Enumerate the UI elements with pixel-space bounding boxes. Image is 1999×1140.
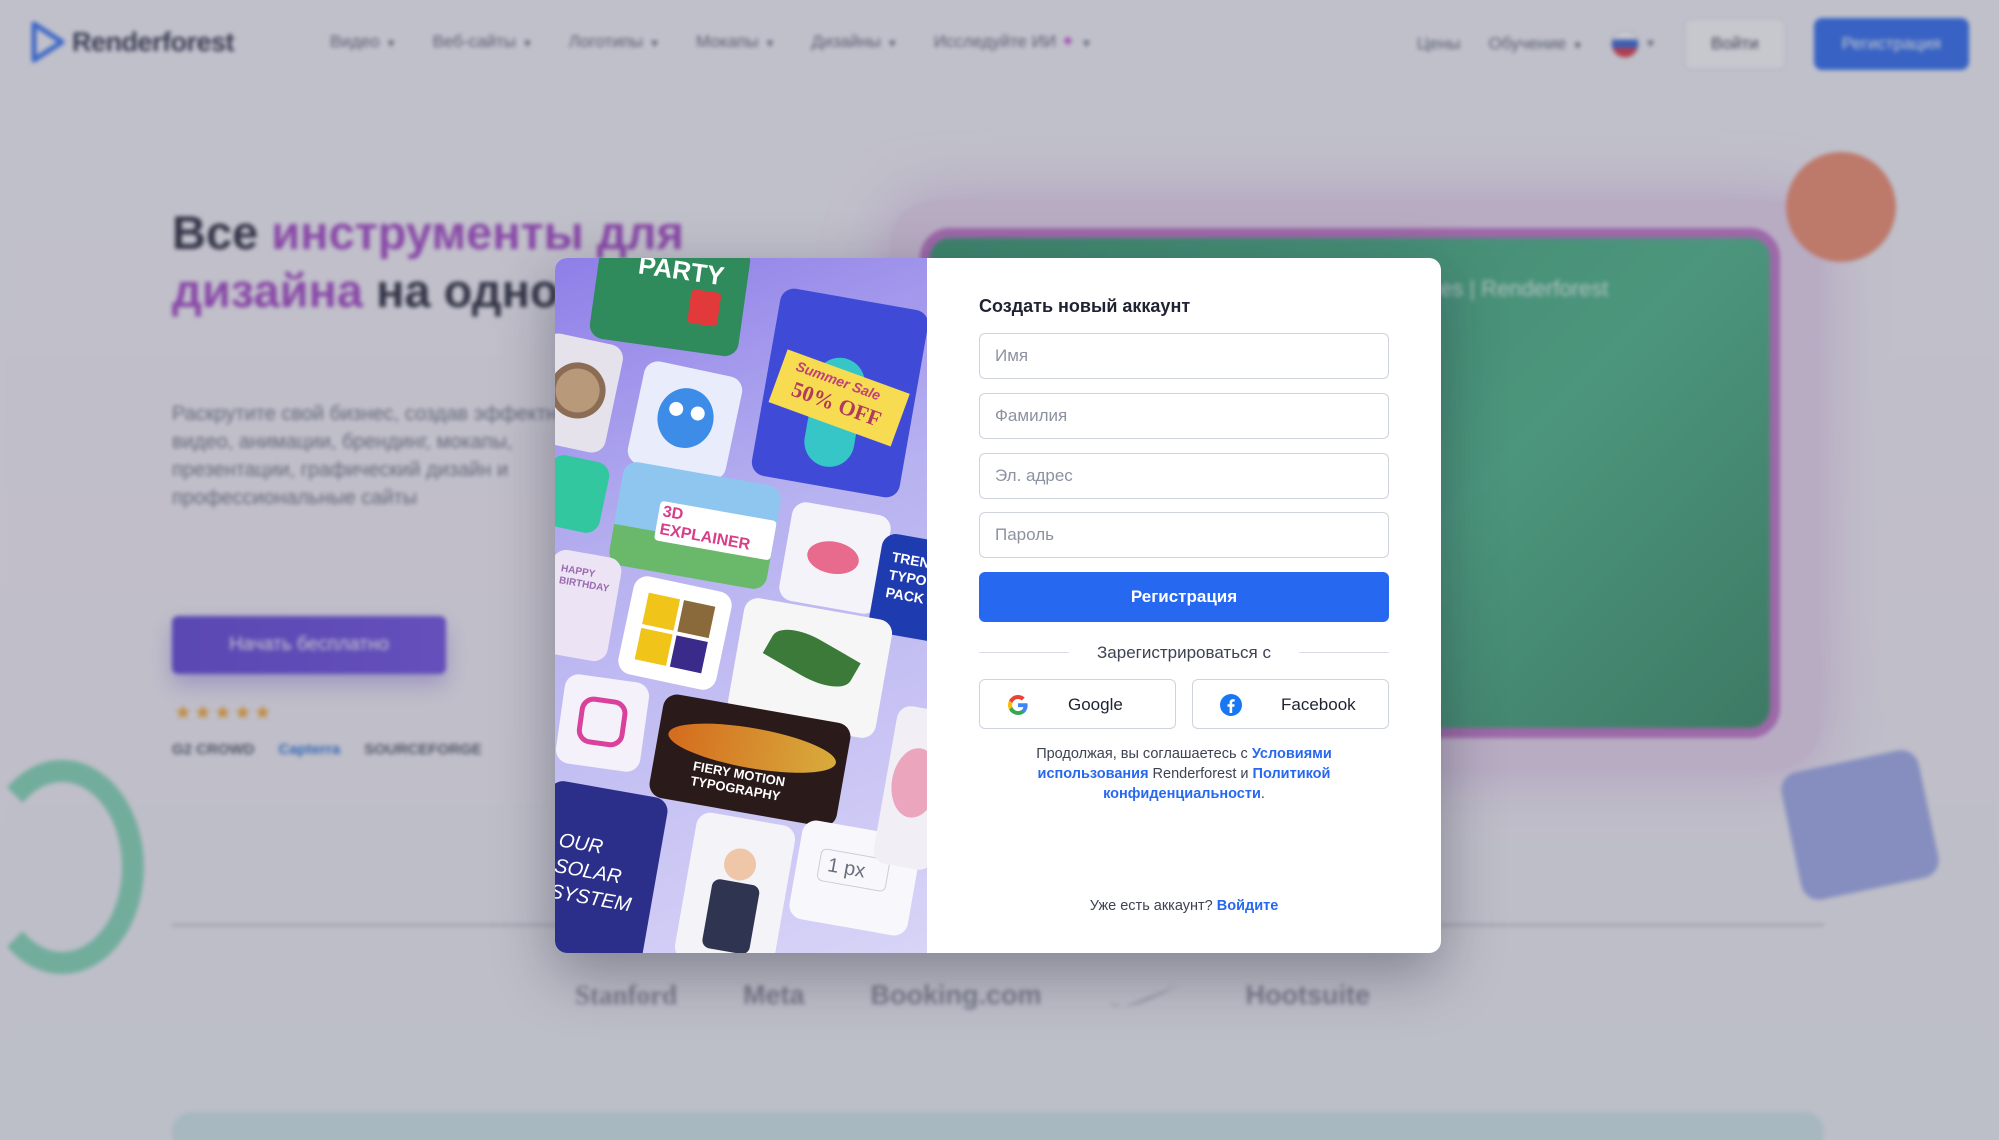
instagram-icon (575, 694, 630, 750)
have-account-prompt: Уже есть аккаунт? Войдите (1089, 898, 1279, 914)
register-button[interactable]: Регистрация (979, 572, 1389, 622)
birthday-card-tile: HAPPY BIRTHDAY (555, 547, 624, 664)
last-name-input[interactable] (979, 393, 1389, 439)
terms-notice: Продолжая, вы соглашаетесь с Условиями и… (1036, 746, 1332, 802)
separator-line-right (1299, 652, 1389, 653)
facebook-label: Facebook (1281, 695, 1356, 714)
first-name-input[interactable] (979, 333, 1389, 379)
watch-tile (555, 330, 626, 456)
party-template-tile: PARTY (588, 258, 752, 358)
separator-line-left (979, 652, 1069, 653)
password-input[interactable] (979, 512, 1389, 558)
illustration-tile (871, 704, 927, 872)
google-signup-button[interactable]: Google (979, 679, 1176, 729)
instagram-tile (555, 672, 651, 774)
form-title: Создать новый аккаунт (979, 296, 1191, 316)
signup-form: Создать новый аккаунт Регистрация Зареги… (927, 258, 1441, 953)
signup-modal: PARTY Summer Sale 50% OFF 3D EXPLAINER T… (555, 258, 1441, 953)
separator-text: Зарегистрироваться с (1083, 643, 1285, 663)
google-icon (1007, 695, 1028, 715)
email-input[interactable] (979, 453, 1389, 499)
login-link[interactable]: Войдите (1217, 898, 1279, 914)
templates-collage: PARTY Summer Sale 50% OFF 3D EXPLAINER T… (555, 258, 927, 953)
social-separator: Зарегистрироваться с (979, 641, 1389, 665)
facebook-icon (1220, 694, 1242, 716)
character-tile (672, 810, 798, 953)
solar-system-tile: OUR SOLAR SYSTEM (555, 778, 670, 953)
camera-tile (555, 452, 612, 536)
explainer-tile: 3D EXPLAINER (607, 459, 783, 592)
google-label: Google (1068, 695, 1123, 714)
color-palette-tile (615, 573, 735, 693)
facebook-signup-button[interactable]: Facebook (1192, 679, 1389, 729)
leaf-icon (762, 618, 861, 698)
summer-sale-tile: Summer Sale 50% OFF (749, 286, 927, 500)
